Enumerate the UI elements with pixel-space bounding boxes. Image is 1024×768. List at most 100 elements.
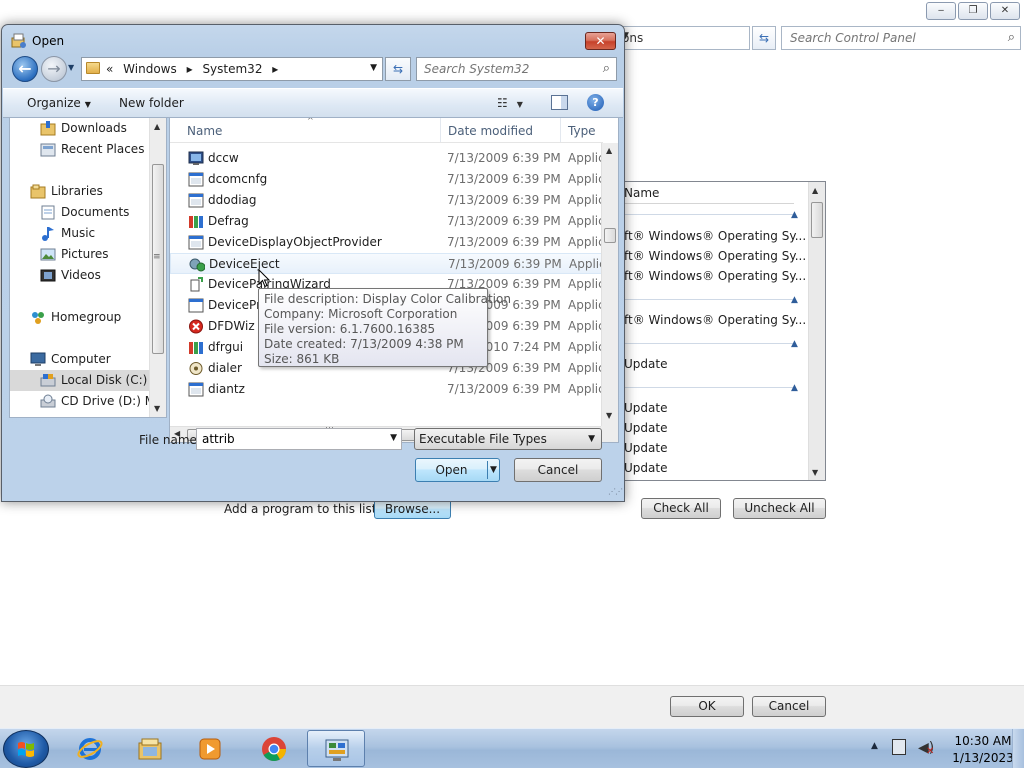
file-name-input[interactable] <box>202 432 382 446</box>
nav-item-cd-drive[interactable]: CD Drive (D:) My <box>10 391 162 412</box>
clock-date[interactable]: 1/13/2023 <box>947 751 1019 765</box>
list-item[interactable]: Update <box>624 357 667 371</box>
close-button[interactable]: ✕ <box>990 2 1020 20</box>
search-box[interactable]: ⌕ <box>416 57 617 81</box>
browse-button[interactable]: Browse... <box>374 499 451 519</box>
list-item[interactable]: ft® Windows® Operating Sy... <box>624 229 806 243</box>
file-list[interactable]: Name ^ Date modified Type dccw 7/13/2009… <box>169 117 619 443</box>
column-divider[interactable] <box>560 118 561 142</box>
show-desktop-button[interactable] <box>1012 729 1024 768</box>
taskbar-internet-explorer[interactable] <box>61 730 119 767</box>
name-column-header[interactable]: Name ^ <box>610 182 794 204</box>
refresh-icon[interactable]: ⇆ <box>752 26 776 50</box>
column-header-date-modified[interactable]: Date modified <box>448 124 533 138</box>
scroll-down-icon[interactable]: ▼ <box>812 468 818 477</box>
refresh-icon[interactable]: ⇆ <box>385 57 411 81</box>
nav-item-documents[interactable]: Documents <box>10 202 151 223</box>
clock-time[interactable]: 10:30 AM <box>947 734 1019 748</box>
breadcrumb[interactable]: « Windows ▸ System32 ▸ <box>106 62 284 76</box>
nav-item-videos[interactable]: Videos <box>10 265 151 286</box>
chevron-down-icon[interactable]: ▼ <box>622 31 745 41</box>
column-divider[interactable] <box>440 118 441 142</box>
nav-item-libraries[interactable]: Libraries <box>10 181 151 202</box>
file-row[interactable]: dccw 7/13/2009 6:39 PM Applic <box>170 148 605 169</box>
file-row[interactable]: Defrag 7/13/2009 6:39 PM Applic <box>170 211 605 232</box>
search-input[interactable] <box>790 31 990 45</box>
start-button[interactable] <box>3 730 49 768</box>
forward-arrow-icon[interactable]: → <box>41 56 67 82</box>
breadcrumb-overflow[interactable]: « <box>106 62 113 76</box>
file-name-combobox[interactable]: ▼ <box>196 428 402 450</box>
chevron-down-icon[interactable]: ▼ <box>390 433 397 443</box>
scroll-up-icon[interactable]: ▲ <box>606 146 612 155</box>
collapse-chevron-icon[interactable]: ▲ <box>791 295 798 305</box>
breadcrumb-system32[interactable]: System32 <box>202 62 262 76</box>
open-options-chevron-icon[interactable]: ▼ <box>490 459 497 481</box>
list-item[interactable]: Update <box>624 421 667 435</box>
nav-item-computer[interactable]: Computer <box>10 349 151 370</box>
taskbar-windows-explorer[interactable] <box>121 730 179 767</box>
uncheck-all-button[interactable]: Uncheck All <box>733 498 826 519</box>
preview-pane-icon[interactable] <box>551 95 568 110</box>
network-icon[interactable] <box>892 739 906 755</box>
scroll-up-icon[interactable]: ▲ <box>154 122 160 131</box>
cancel-button[interactable]: Cancel <box>752 696 826 717</box>
maximize-button[interactable]: ❐ <box>958 2 988 20</box>
nav-item-music[interactable]: Music <box>10 223 151 244</box>
cancel-button[interactable]: Cancel <box>514 458 602 482</box>
resize-grip-icon[interactable]: ⋰⋰ <box>608 487 623 496</box>
list-item[interactable]: Update <box>624 401 667 415</box>
nav-item-local-disk[interactable]: Local Disk (C:) <box>10 370 151 391</box>
column-header-type[interactable]: Type <box>568 124 596 138</box>
file-row[interactable]: dcomcnfg 7/13/2009 6:39 PM Applic <box>170 169 605 190</box>
collapse-chevron-icon[interactable]: ▲ <box>791 339 798 349</box>
search-icon[interactable]: ⌕ <box>1008 30 1015 45</box>
scroll-thumb[interactable] <box>811 202 823 238</box>
check-all-button[interactable]: Check All <box>641 498 721 519</box>
back-arrow-icon[interactable]: ← <box>12 56 38 82</box>
file-row-hovered[interactable]: DeviceEject 7/13/2009 6:39 PM Applic <box>170 253 606 274</box>
show-hidden-icons-icon[interactable]: ▲ <box>871 741 878 751</box>
file-row[interactable]: ddodiag 7/13/2009 6:39 PM Applic <box>170 190 605 211</box>
minimize-button[interactable]: ‒ <box>926 2 956 20</box>
nav-item-homegroup[interactable]: Homegroup <box>10 307 151 328</box>
nav-item-recent-places[interactable]: Recent Places <box>10 139 151 160</box>
list-item[interactable]: Update <box>624 441 667 455</box>
file-list-vertical-scrollbar[interactable]: ▲ ▼ <box>601 143 618 426</box>
dialog-close-button[interactable]: ✕ <box>585 32 616 50</box>
recent-locations-chevron-icon[interactable]: ▼ <box>68 63 74 72</box>
nav-item-pictures[interactable]: Pictures <box>10 244 151 265</box>
address-bar[interactable]: « Windows ▸ System32 ▸ ▼ <box>81 57 383 81</box>
scroll-up-icon[interactable]: ▲ <box>812 186 818 195</box>
nav-item-downloads[interactable]: Downloads <box>10 118 151 139</box>
breadcrumb-windows[interactable]: Windows <box>123 62 177 76</box>
control-panel-address-bar[interactable]: ons ▼ <box>610 26 750 50</box>
taskbar-chrome[interactable] <box>245 730 303 767</box>
search-icon[interactable]: ⌕ <box>603 61 610 76</box>
file-row[interactable]: DeviceDisplayObjectProvider 7/13/2009 6:… <box>170 232 605 253</box>
change-view-button[interactable]: ☷ ▼ <box>497 96 523 110</box>
open-button[interactable]: Open ▼ <box>415 458 500 482</box>
breadcrumb-separator-icon[interactable]: ▸ <box>272 62 278 76</box>
scroll-thumb[interactable] <box>604 228 616 243</box>
list-item[interactable]: ft® Windows® Operating Sy... <box>624 249 806 263</box>
chevron-down-icon[interactable]: ▼ <box>588 434 595 444</box>
navigation-pane[interactable]: Downloads Recent Places Libraries Docume… <box>9 117 167 418</box>
chevron-down-icon[interactable]: ▼ <box>370 63 377 73</box>
file-type-select[interactable]: Executable File Types ▼ <box>414 428 602 450</box>
organize-button[interactable]: Organize ▼ <box>27 96 91 110</box>
new-folder-button[interactable]: New folder <box>119 96 184 110</box>
list-item[interactable]: ft® Windows® Operating Sy... <box>624 313 806 327</box>
scroll-down-icon[interactable]: ▼ <box>154 404 160 413</box>
scroll-down-icon[interactable]: ▼ <box>606 411 612 420</box>
file-row[interactable]: diantz 7/13/2009 6:39 PM Applic <box>170 379 605 400</box>
control-panel-search[interactable]: ⌕ <box>781 26 1021 50</box>
list-item[interactable]: Update <box>624 461 667 475</box>
collapse-chevron-icon[interactable]: ▲ <box>791 383 798 393</box>
column-header-name[interactable]: Name <box>187 124 222 138</box>
breadcrumb-separator-icon[interactable]: ▸ <box>187 62 193 76</box>
taskbar-media-player[interactable] <box>181 730 239 767</box>
search-input[interactable] <box>424 62 594 76</box>
list-scrollbar[interactable]: ▲ ▼ <box>808 182 825 480</box>
program-list[interactable]: Name ^ ▲ ft® Windows® Operating Sy... ft… <box>610 181 826 481</box>
